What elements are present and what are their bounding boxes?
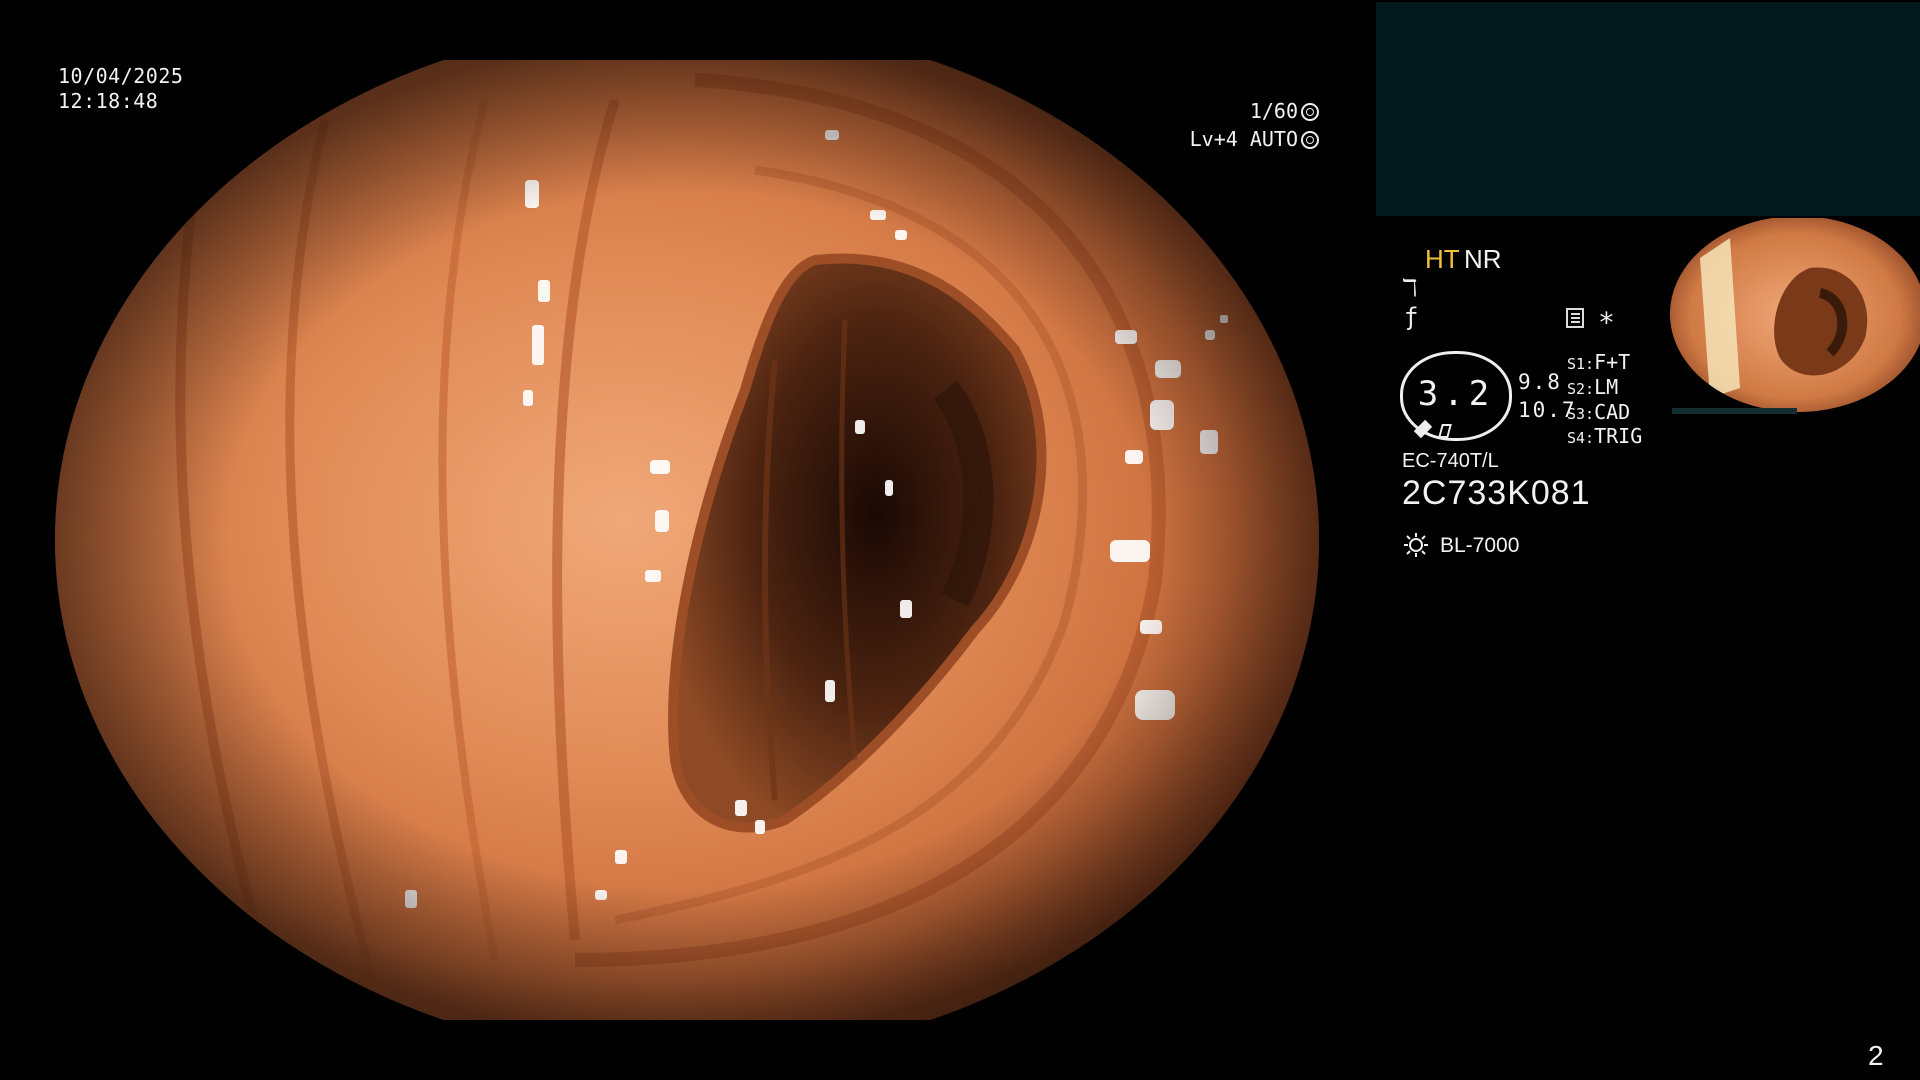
scope-serial: 2C733K081 [1402, 474, 1591, 512]
exam-time: 12:18:48 [58, 89, 159, 113]
endoscope-image [55, 60, 1320, 1020]
shutter-speed: 1/60 [1249, 99, 1298, 123]
filter-icon: ƒ [1404, 303, 1419, 331]
reference-image-panel [1376, 2, 1920, 216]
thumbnail-bar [1672, 408, 1797, 414]
zoom-value: 3.2 [1417, 374, 1495, 414]
mode-ht: HT [1425, 244, 1460, 274]
switch-s4: S4:TRIG [1567, 424, 1643, 448]
menu-icon [1566, 308, 1584, 328]
mode-nr: NR [1464, 244, 1502, 274]
page-number: 2 [1868, 1040, 1884, 1071]
switch-s1: S1:F+T [1567, 350, 1631, 374]
shutter-readout: 1/60 [1250, 99, 1319, 123]
exposure-level: Lv+4 AUTO [1189, 127, 1298, 151]
shutter-icon [1301, 103, 1319, 121]
light-source: BL-7000 [1440, 534, 1520, 557]
scope-model: EC-740T/L [1402, 450, 1499, 472]
switch-s2: S2:LM [1567, 375, 1619, 399]
switch-s3: S3:CAD [1567, 400, 1631, 424]
star-icon: * [1598, 306, 1615, 339]
light-icon [1404, 533, 1428, 557]
thumbnail-preview [1670, 218, 1920, 414]
enhancement-icon: ℸ [1402, 274, 1418, 302]
distance-value-a: 9.8 [1518, 370, 1562, 394]
exam-date: 10/04/2025 [58, 64, 184, 88]
auto-exposure-icon [1301, 131, 1319, 149]
endoscopy-screen: 10/04/2025 12:18:48 1/60 Lv+4 AUTO HT NR… [0, 0, 1920, 1080]
level-readout: Lv+4 AUTO [1190, 127, 1319, 151]
